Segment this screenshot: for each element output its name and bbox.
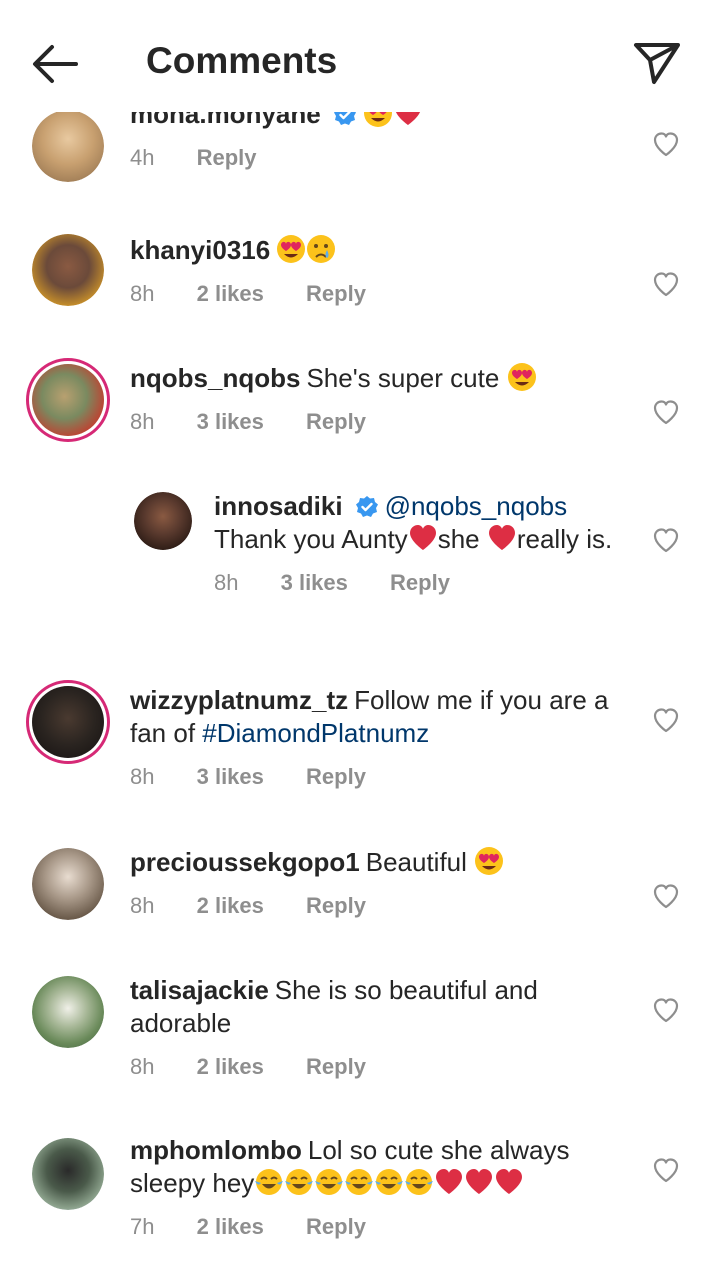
arrow-left-icon	[33, 45, 78, 83]
comment-item: precioussekgopo1 Beautiful 8h 2 likes Rep…	[0, 846, 720, 956]
comment-meta: 8h 3 likes Reply	[130, 409, 630, 435]
red-heart-emoji-icon	[394, 112, 421, 125]
comment-username[interactable]: mona.monyane	[130, 112, 321, 129]
avatar[interactable]	[32, 976, 104, 1048]
likes-count[interactable]: 2 likes	[197, 1214, 264, 1240]
joy-emoji-icon	[254, 1168, 285, 1196]
like-heart-icon[interactable]	[652, 526, 680, 554]
mention-link[interactable]: @nqobs_nqobs	[385, 491, 568, 521]
likes-count[interactable]: 2 likes	[197, 893, 264, 919]
reply-button[interactable]: Reply	[306, 1054, 366, 1080]
likes-count[interactable]: 3 likes	[197, 409, 264, 435]
comment-meta: 8h 3 likes Reply	[130, 764, 630, 790]
reply-button[interactable]: Reply	[306, 764, 366, 790]
comment-reply-item: innosadiki @nqobs_nqobs Thank you Aunty sh…	[0, 488, 720, 638]
red-heart-emoji-icon	[466, 1169, 493, 1194]
joy-emoji-icon	[314, 1168, 345, 1196]
comment-text: is.	[586, 524, 613, 554]
page-title: Comments	[146, 40, 338, 81]
red-heart-emoji-icon	[496, 1169, 523, 1194]
like-heart-icon[interactable]	[652, 1156, 680, 1184]
avatar[interactable]	[32, 1138, 104, 1210]
comment-time: 8h	[130, 764, 155, 789]
comment-meta: 8h 2 likes Reply	[130, 893, 630, 919]
like-heart-icon[interactable]	[652, 882, 680, 910]
like-heart-icon[interactable]	[652, 398, 680, 426]
avatar[interactable]	[32, 848, 104, 920]
avatar[interactable]	[32, 234, 104, 306]
comment-list[interactable]: mona.monyane 4h Reply khanyi0316 8h 2 li…	[0, 112, 720, 1277]
comment-item: talisajackie She is so beautiful and ador…	[0, 974, 720, 1104]
comment-text: She's super cute	[306, 363, 500, 393]
reply-button[interactable]: Reply	[306, 1214, 366, 1240]
back-button[interactable]	[30, 42, 82, 86]
like-heart-icon[interactable]	[652, 270, 680, 298]
comment-item: khanyi0316 8h 2 likes Reply	[0, 234, 720, 344]
comment-meta: 8h 2 likes Reply	[130, 281, 630, 307]
avatar[interactable]	[26, 358, 110, 442]
likes-count[interactable]: 3 likes	[197, 764, 264, 790]
reply-button[interactable]: Reply	[390, 570, 450, 596]
comment-time: 8h	[130, 281, 155, 306]
comment-time: 8h	[130, 1054, 155, 1079]
comment-username[interactable]: wizzyplatnumz_tz	[130, 685, 348, 715]
joy-emoji-icon	[374, 1168, 405, 1196]
comment-time: 8h	[214, 570, 239, 595]
like-heart-icon[interactable]	[652, 130, 680, 158]
like-heart-icon[interactable]	[652, 706, 680, 734]
hashtag-link[interactable]: #DiamondPlatnumz	[202, 718, 429, 748]
avatar[interactable]	[134, 492, 192, 550]
likes-count[interactable]: 3 likes	[281, 570, 348, 596]
likes-count[interactable]: 2 likes	[197, 281, 264, 307]
heart-eyes-emoji-icon	[475, 847, 504, 875]
comment-time: 4h	[130, 145, 155, 170]
comment-username[interactable]: khanyi0316	[130, 235, 270, 265]
comment-item: nqobs_nqobs She's super cute 8h 3 likes R…	[0, 358, 720, 470]
red-heart-emoji-icon	[409, 525, 436, 550]
verified-badge-icon	[332, 112, 357, 127]
comment-username[interactable]: talisajackie	[130, 975, 269, 1005]
verified-badge-icon	[354, 495, 379, 519]
comment-username[interactable]: mphomlombo	[130, 1135, 302, 1165]
comment-username[interactable]: innosadiki	[214, 491, 343, 521]
heart-eyes-emoji-icon	[507, 363, 536, 391]
reply-button[interactable]: Reply	[197, 145, 257, 171]
comment-username[interactable]: nqobs_nqobs	[130, 363, 300, 393]
comment-text: Thank you Aunty	[214, 524, 408, 554]
comment-meta: 8h 2 likes Reply	[130, 1054, 630, 1080]
comment-text: really	[516, 524, 579, 554]
reply-button[interactable]: Reply	[306, 281, 366, 307]
red-heart-emoji-icon	[488, 525, 515, 550]
comment-item: mphomlombo Lol so cute she always sleepy …	[0, 1134, 720, 1264]
reply-button[interactable]: Reply	[306, 409, 366, 435]
joy-emoji-icon	[284, 1168, 315, 1196]
comment-meta: 7h 2 likes Reply	[130, 1214, 630, 1240]
comment-time: 8h	[130, 893, 155, 918]
comment-item: wizzyplatnumz_tz Follow me if you are a f…	[0, 680, 720, 812]
paper-plane-icon	[634, 43, 680, 84]
joy-emoji-icon	[404, 1168, 435, 1196]
comment-text: Beautiful	[365, 847, 467, 877]
crying-face-emoji-icon	[306, 234, 337, 264]
heart-eyes-emoji-icon	[363, 112, 392, 127]
reply-button[interactable]: Reply	[306, 893, 366, 919]
comment-username[interactable]: precioussekgopo1	[130, 847, 360, 877]
heart-eyes-emoji-icon	[277, 235, 306, 263]
like-heart-icon[interactable]	[652, 996, 680, 1024]
avatar[interactable]	[26, 680, 110, 764]
avatar[interactable]	[32, 112, 104, 182]
comment-time: 8h	[130, 409, 155, 434]
red-heart-emoji-icon	[436, 1169, 463, 1194]
comment-meta: 8h 3 likes Reply	[214, 570, 630, 596]
likes-count[interactable]: 2 likes	[197, 1054, 264, 1080]
joy-emoji-icon	[344, 1168, 375, 1196]
header-bar: Comments	[0, 0, 720, 112]
share-button[interactable]	[632, 40, 682, 86]
comment-time: 7h	[130, 1214, 155, 1239]
comment-meta: 4h Reply	[130, 145, 630, 171]
comment-item: mona.monyane 4h Reply	[0, 112, 720, 208]
comment-text: she	[437, 524, 480, 554]
